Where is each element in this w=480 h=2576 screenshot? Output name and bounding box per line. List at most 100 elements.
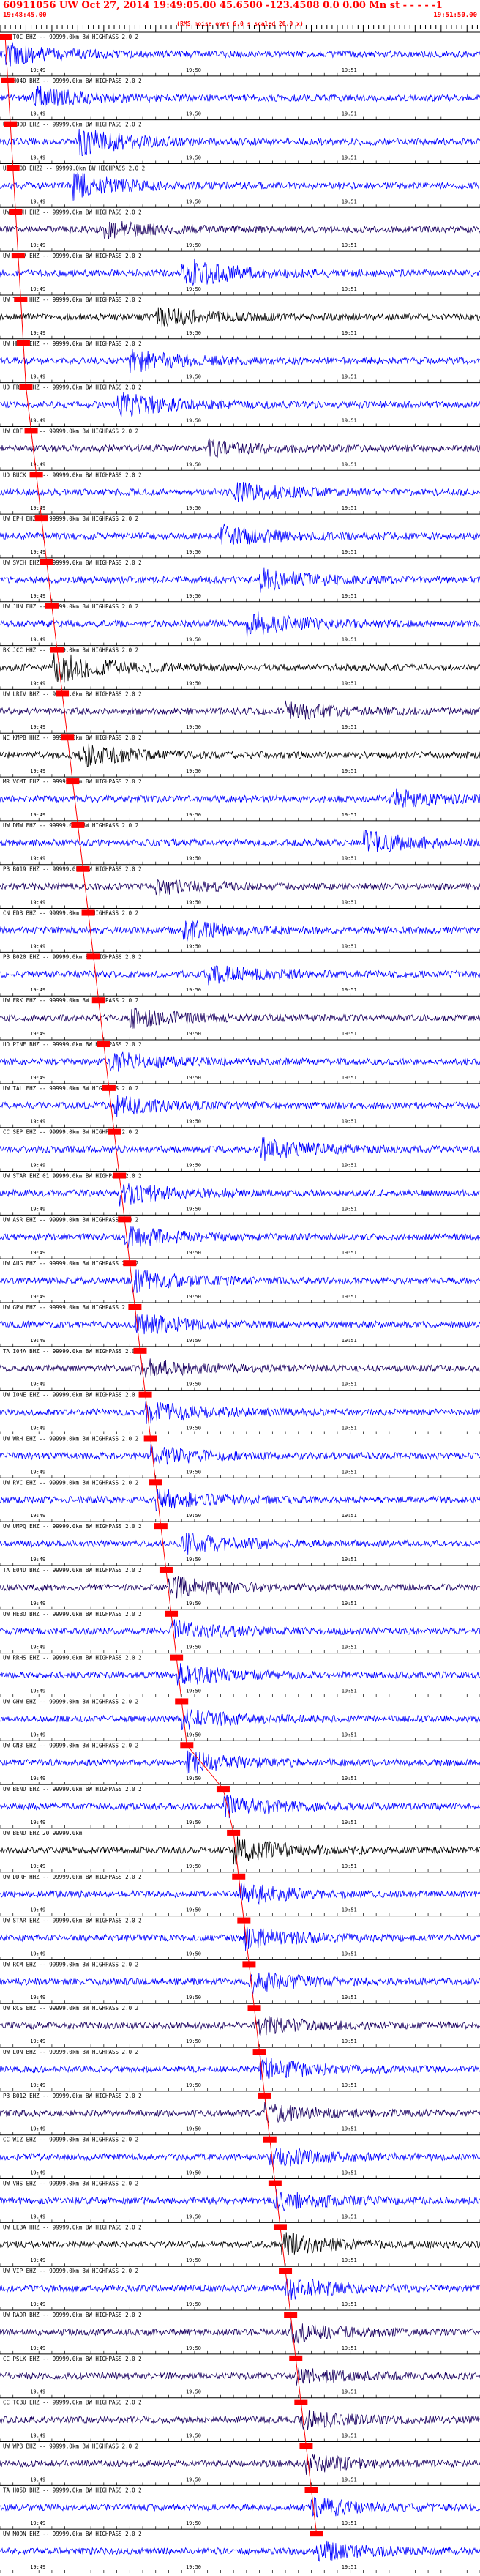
time-tick-label: 19:49 bbox=[30, 812, 45, 818]
trace-panel: MR VCMT EHZ -- 99999.0km BW HIGHPASS 2.0… bbox=[0, 776, 480, 821]
trace-label: PB B012 EHZ -- 99999.0km BW HIGHPASS 2.0… bbox=[3, 2093, 142, 2099]
time-tick-label: 19:50 bbox=[186, 505, 201, 511]
time-tick-label: 19:49 bbox=[30, 2082, 45, 2088]
time-tick-label: 19:50 bbox=[186, 1119, 201, 1125]
trace-panel: CC PSLK EHZ -- 99999.0km BW HIGHPASS 2.0… bbox=[0, 2353, 480, 2398]
trace-panel: TA H05D BHZ -- 99999.0km BW HIGHPASS 2.0… bbox=[0, 2484, 480, 2530]
time-tick-label: 19:51 bbox=[342, 593, 357, 599]
time-tick-label: 19:49 bbox=[30, 505, 45, 511]
waveform-trace bbox=[0, 1226, 480, 1249]
time-tick-label: 19:51 bbox=[342, 155, 357, 160]
waveform-trace bbox=[0, 1750, 480, 1775]
trace-panel: UW VHS EHZ -- 99999.0km BW HIGHPASS 2.0 … bbox=[0, 2178, 480, 2223]
trace-panel: UO HOOD EHZ -- 99999.0km BW HIGHPASS 2.0… bbox=[0, 119, 480, 164]
time-tick-label: 19:49 bbox=[30, 417, 45, 423]
trace-panel: TA H04D BHZ -- 99999.0km BW HIGHPASS 2.0… bbox=[0, 75, 480, 120]
time-tick-label: 19:51 bbox=[342, 1119, 357, 1125]
time-tick-label: 19:50 bbox=[186, 1250, 201, 1256]
time-tick-label: 19:51 bbox=[342, 987, 357, 993]
trace-label: UW DDRF HHZ -- 99999.0km BW HIGHPASS 2.0… bbox=[3, 1874, 142, 1880]
trace-label: UW CDF EHZ -- 99999.0km BW HIGHPASS 2.0 … bbox=[3, 428, 138, 434]
time-tick-label: 19:50 bbox=[186, 2564, 201, 2570]
time-tick-label: 19:50 bbox=[186, 856, 201, 862]
time-tick-label: 19:51 bbox=[342, 1294, 357, 1300]
waveform-trace bbox=[0, 2321, 480, 2344]
time-tick-label: 19:49 bbox=[30, 2564, 45, 2570]
time-tick-label: 19:49 bbox=[30, 2476, 45, 2482]
time-tick-label: 19:50 bbox=[186, 1951, 201, 1957]
trace-label: UW VIP EHZ -- 99999.0km BW HIGHPASS 2.0 … bbox=[3, 2268, 138, 2274]
time-tick-label: 19:50 bbox=[186, 2214, 201, 2219]
time-tick-label: 19:50 bbox=[186, 1820, 201, 1825]
trace-panel: TA E04D BHZ -- 99999.0km BW HIGHPASS 2.0… bbox=[0, 1565, 480, 1609]
trace-label: UW AUG EHZ -- 99999.0km BW HIGHPASS 2.0 … bbox=[3, 1260, 138, 1267]
time-tick-label: 19:50 bbox=[186, 67, 201, 73]
trace-panel: CC WIZ EHZ -- 99999.0km BW HIGHPASS 2.0 … bbox=[0, 2134, 480, 2179]
trace-panel: UW FRK EHZ -- 99999.0km BW HIGHPASS 2.0 … bbox=[0, 995, 480, 1041]
trace-panel: UW UMPQ EHZ -- 99999.0km BW HIGHPASS 2.0… bbox=[0, 1521, 480, 1566]
time-tick-label: 19:50 bbox=[186, 549, 201, 555]
time-tick-label: 19:51 bbox=[342, 67, 357, 73]
time-tick-label: 19:50 bbox=[186, 198, 201, 204]
time-tick-label: 19:51 bbox=[342, 1075, 357, 1081]
time-tick-label: 19:50 bbox=[186, 1776, 201, 1782]
trace-panel: CC TCBU EHZ -- 99999.0km BW HIGHPASS 2.0… bbox=[0, 2397, 480, 2442]
trace-panel: UW HEBO BHZ -- 99999.0km BW HIGHPASS 2.0… bbox=[0, 1609, 480, 1653]
waveform-trace bbox=[0, 1137, 480, 1161]
trace-panel: UW RCM EHZ -- 99999.0km BW HIGHPASS 2.0 … bbox=[0, 1959, 480, 2004]
trace-panel: UW RADR BHZ -- 99999.0km BW HIGHPASS 2.0… bbox=[0, 2309, 480, 2354]
time-tick-label: 19:51 bbox=[342, 198, 357, 204]
time-tick-label: 19:51 bbox=[342, 1557, 357, 1563]
time-tick-label: 19:50 bbox=[186, 242, 201, 248]
time-tick-label: 19:51 bbox=[342, 1469, 357, 1475]
waveform-trace bbox=[0, 1269, 480, 1294]
time-tick-label: 19:49 bbox=[30, 1338, 45, 1344]
trace-panel: UW VIP EHZ -- 99999.0km BW HIGHPASS 2.0 … bbox=[0, 2266, 480, 2311]
trace-panel: UW AUG EHZ -- 99999.0km BW HIGHPASS 2.0 … bbox=[0, 1258, 480, 1303]
time-tick-label: 19:49 bbox=[30, 2345, 45, 2351]
waveform-trace bbox=[0, 1794, 480, 1819]
waveform-trace bbox=[0, 1401, 480, 1424]
waveform-trace bbox=[0, 348, 480, 373]
trace-panel: UW TUCA HHZ -- 99999.0km BW HIGHPASS 2.0… bbox=[0, 294, 480, 339]
trace-label: UW BEND EHZ 20 99999.0km bbox=[3, 1830, 83, 1836]
time-tick-label: 19:49 bbox=[30, 2170, 45, 2176]
time-tick-label: 19:50 bbox=[186, 593, 201, 599]
waveform-trace bbox=[0, 1533, 480, 1555]
time-tick-label: 19:50 bbox=[186, 2476, 201, 2482]
trace-panel: UW CDF EHZ -- 99999.0km BW HIGHPASS 2.0 … bbox=[0, 425, 480, 471]
waveform-trace bbox=[0, 2148, 480, 2167]
time-tick-label: 19:50 bbox=[186, 1075, 201, 1081]
trace-label: UW UMPQ EHZ -- 99999.0km BW HIGHPASS 2.0… bbox=[3, 1523, 142, 1530]
time-tick-label: 19:49 bbox=[30, 856, 45, 862]
time-tick-label: 19:50 bbox=[186, 2301, 201, 2307]
time-tick-label: 19:51 bbox=[342, 1338, 357, 1344]
trace-panel: NC KMPB HHZ -- 99999.0km BW HIGHPASS 2.0… bbox=[0, 732, 480, 778]
waveform-trace bbox=[0, 220, 480, 239]
time-tick-label: 19:49 bbox=[30, 2257, 45, 2263]
trace-label: CC WIZ EHZ -- 99999.0km BW HIGHPASS 2.0 … bbox=[3, 2137, 138, 2143]
time-tick-label: 19:49 bbox=[30, 1864, 45, 1869]
time-tick-label: 19:50 bbox=[186, 1645, 201, 1650]
trace-label: UW STAR EHZ -- 99999.0km BW HIGHPASS 2.0… bbox=[3, 1918, 142, 1924]
time-tick-label: 19:51 bbox=[342, 1425, 357, 1431]
trace-label: UW WPB BHZ -- 99999.0km BW HIGHPASS 2.0 … bbox=[3, 2443, 138, 2450]
time-tick-label: 19:50 bbox=[186, 724, 201, 730]
time-tick-label: 19:50 bbox=[186, 2345, 201, 2351]
waveform-trace bbox=[0, 2189, 480, 2211]
waveform-trace bbox=[0, 1443, 480, 1467]
time-tick-label: 19:50 bbox=[186, 2039, 201, 2044]
trace-label: UW GN3 EHZ -- 99999.0km BW HIGHPASS 2.0 … bbox=[3, 1742, 138, 1749]
time-tick-label: 19:49 bbox=[30, 155, 45, 160]
trace-label: UW TAL EHZ -- 99999.0km BW HIGHPASS 2.0 … bbox=[3, 1085, 138, 1092]
time-tick-label: 19:50 bbox=[186, 2389, 201, 2395]
time-tick-label: 19:49 bbox=[30, 1031, 45, 1037]
trace-label: UW GHW EHZ -- 99999.0km BW HIGHPASS 2.0 … bbox=[3, 1698, 138, 1705]
trace-panel: PB B020 EHZ -- 99999.0km BW HIGHPASS 2.0… bbox=[0, 951, 480, 997]
time-tick-label: 19:50 bbox=[186, 1469, 201, 1475]
trace-label: UW RCS EHZ -- 99999.0km BW HIGHPASS 2.0 … bbox=[3, 2005, 138, 2011]
time-tick-label: 19:51 bbox=[342, 1382, 357, 1388]
waveform-trace bbox=[0, 1488, 480, 1512]
trace-label: PB B020 EHZ -- 99999.0km BW HIGHPASS 2.0… bbox=[3, 953, 142, 960]
time-tick-label: 19:51 bbox=[342, 286, 357, 292]
